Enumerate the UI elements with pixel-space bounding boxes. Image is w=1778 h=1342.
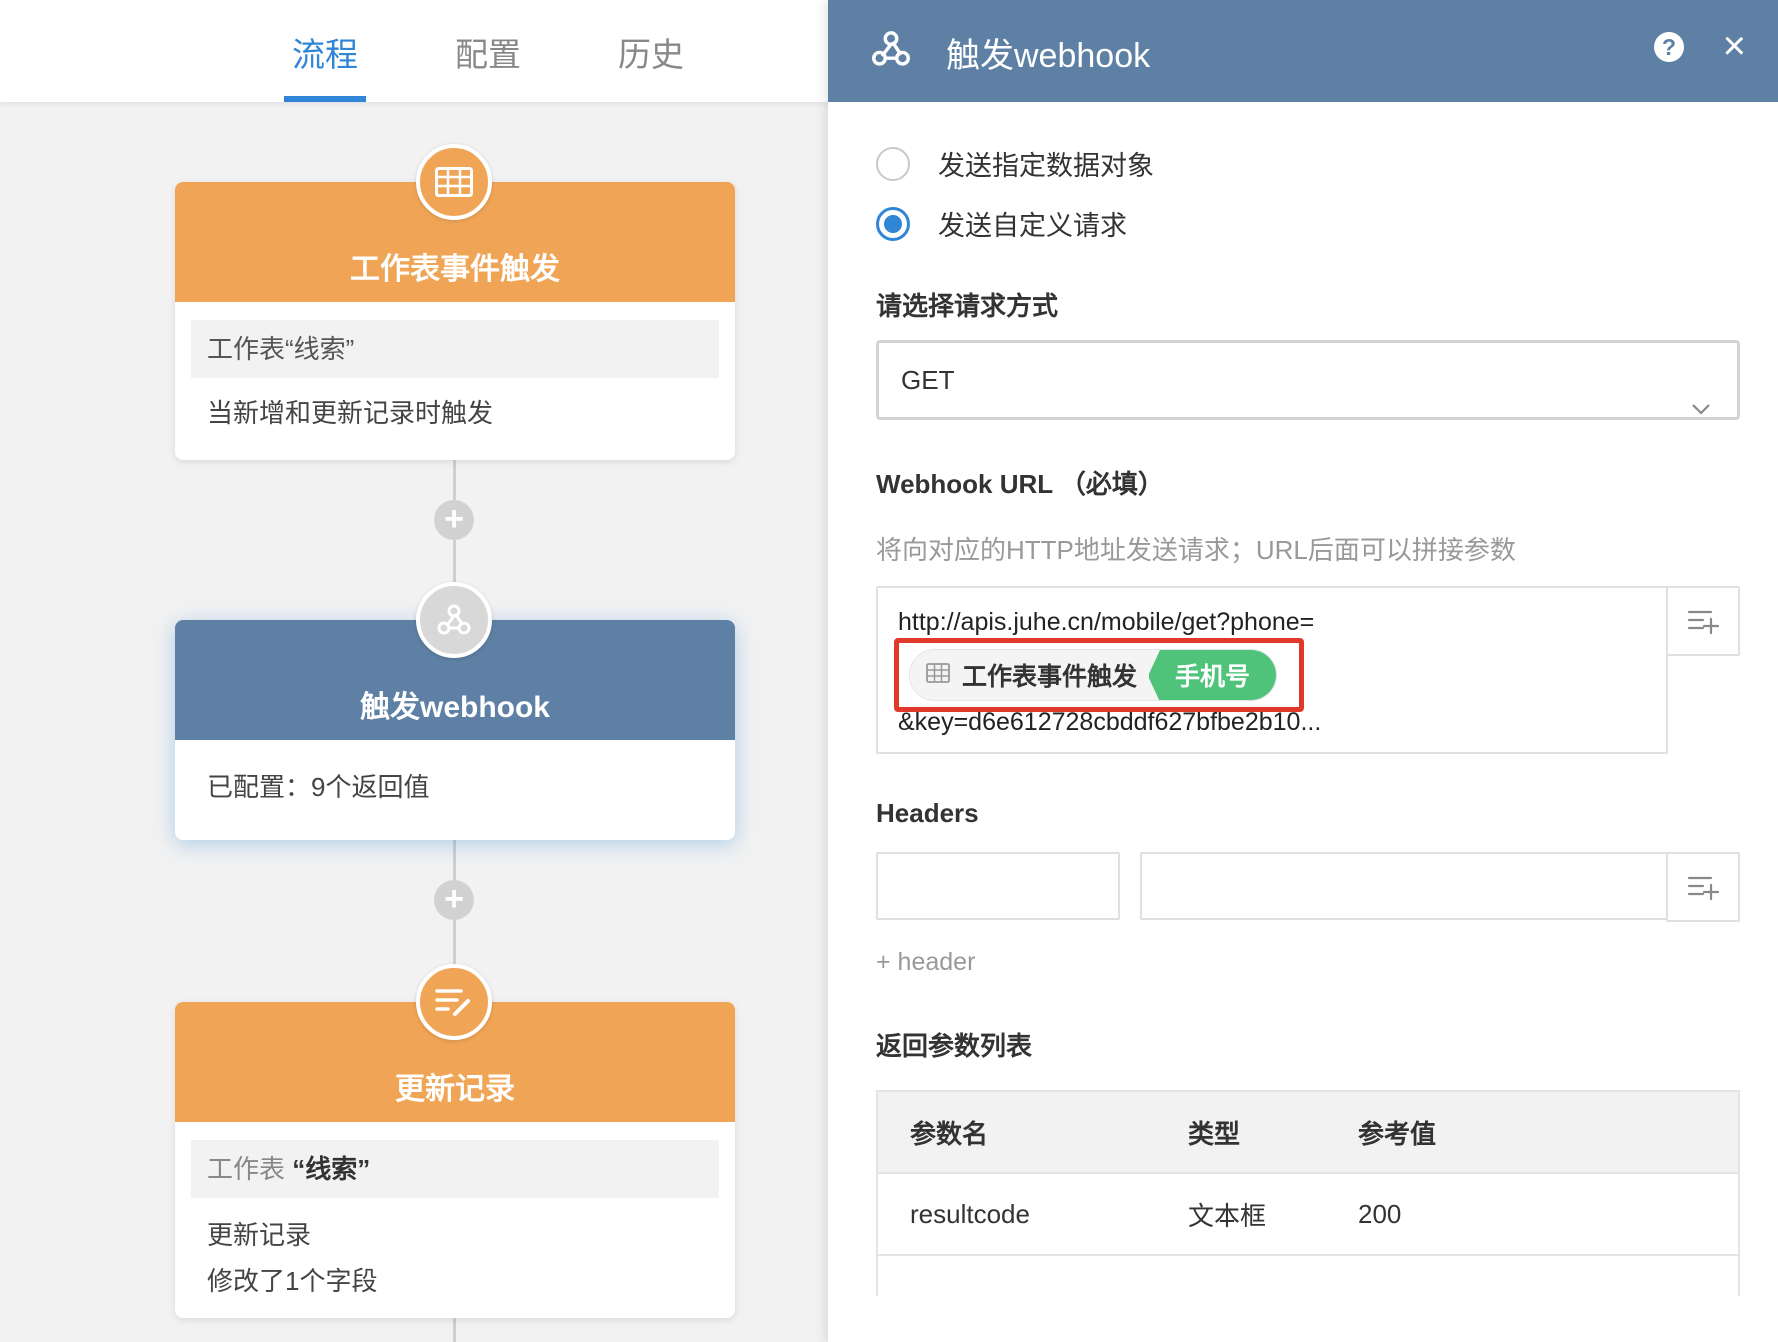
- radio-label: 发送自定义请求: [938, 211, 1127, 241]
- webhook-icon: [868, 26, 914, 77]
- panel-title: 触发webhook: [946, 37, 1151, 75]
- tab-bar: 流程 配置 历史: [0, 0, 828, 102]
- tab-history[interactable]: 历史: [586, 28, 716, 102]
- col-header-type: 类型: [1188, 1118, 1241, 1149]
- trigger-node-desc: 当新增和更新记录时触发: [207, 398, 494, 428]
- col-header-ref: 参考值: [1358, 1118, 1437, 1149]
- insert-field-button[interactable]: [1666, 586, 1740, 656]
- edit-list-icon: [416, 964, 492, 1040]
- url-text-line1: http://apis.juhe.cn/mobile/get?phone=: [898, 608, 1315, 636]
- connector-line: [453, 1318, 456, 1342]
- field-token-source-label: 工作表事件触发: [962, 663, 1138, 691]
- header-key-input[interactable]: [876, 852, 1120, 920]
- table-icon: [416, 144, 492, 220]
- field-token-field: 手机号: [1148, 650, 1277, 700]
- add-node-button[interactable]: +: [434, 880, 474, 920]
- tab-flow[interactable]: 流程: [260, 28, 390, 102]
- method-label: 请选择请求方式: [876, 291, 1059, 321]
- table-row: [878, 1256, 1738, 1296]
- return-params-table: 参数名 类型 参考值 resultcode 文本框 200: [876, 1090, 1740, 1296]
- close-icon[interactable]: ×: [1723, 26, 1746, 66]
- panel-header: 触发webhook ? ×: [828, 0, 1778, 102]
- table-header-row: 参数名 类型 参考值: [878, 1092, 1738, 1174]
- update-node-line1: 更新记录: [207, 1220, 312, 1250]
- url-label: Webhook URL （必填）: [876, 469, 1164, 499]
- update-node-card[interactable]: 更新记录 工作表 “线索” 更新记录 修改了1个字段: [175, 1002, 735, 1318]
- trigger-node-card[interactable]: 工作表事件触发 工作表“线索” 当新增和更新记录时触发: [175, 182, 735, 460]
- param-type: 文本框: [1188, 1200, 1267, 1231]
- col-header-name: 参数名: [910, 1118, 989, 1149]
- method-select[interactable]: GET: [876, 340, 1740, 420]
- method-value: GET: [901, 365, 955, 395]
- trigger-node-sheet: 工作表“线索”: [191, 320, 719, 378]
- radio-label: 发送指定数据对象: [938, 151, 1154, 181]
- add-header-button[interactable]: + header: [876, 948, 975, 977]
- insert-field-icon: [1687, 876, 1719, 901]
- url-text-line3: &key=d6e612728cbddf627bfbe2b10...: [898, 708, 1322, 736]
- url-hint: 将向对应的HTTP地址发送请求；URL后面可以拼接参数: [876, 535, 1516, 565]
- table-row: resultcode 文本框 200: [878, 1174, 1738, 1256]
- radio-send-custom[interactable]: 发送自定义请求: [876, 204, 1127, 243]
- webhook-node-desc: 已配置：9个返回值: [207, 772, 430, 802]
- help-icon[interactable]: ?: [1654, 32, 1684, 62]
- header-value-input[interactable]: [1140, 852, 1670, 920]
- insert-field-button[interactable]: [1666, 852, 1740, 922]
- headers-label: Headers: [876, 798, 979, 828]
- param-name: resultcode: [910, 1198, 1030, 1229]
- field-token-source: 工作表事件触发: [910, 650, 1150, 700]
- param-ref: 200: [1358, 1198, 1402, 1229]
- field-token[interactable]: 工作表事件触发 手机号: [909, 649, 1278, 701]
- webhook-icon: [416, 582, 492, 658]
- highlight-box: 工作表事件触发 手机号: [894, 638, 1304, 712]
- insert-field-icon: [1687, 610, 1719, 635]
- radio-button[interactable]: [876, 206, 910, 241]
- url-input[interactable]: http://apis.juhe.cn/mobile/get?phone= 工作…: [876, 586, 1668, 754]
- update-node-line2: 修改了1个字段: [207, 1266, 378, 1296]
- update-node-sheet-name: “线索”: [292, 1154, 371, 1184]
- return-params-label: 返回参数列表: [876, 1031, 1033, 1061]
- chevron-down-icon: [1691, 369, 1711, 443]
- radio-send-specific[interactable]: 发送指定数据对象: [876, 144, 1154, 183]
- update-node-sheet-prefix: 工作表: [207, 1154, 286, 1184]
- tab-config[interactable]: 配置: [423, 28, 553, 102]
- radio-button[interactable]: [876, 146, 910, 181]
- update-node-sheet: 工作表 “线索”: [191, 1140, 719, 1198]
- table-icon: [926, 661, 950, 690]
- add-node-button[interactable]: +: [434, 500, 474, 540]
- flow-pane: 流程 配置 历史 工作表事件触发 工作表“线索” 当新增和更新记录时触发 + 触…: [0, 0, 828, 1342]
- webhook-config-panel: 触发webhook ? × 发送指定数据对象 发送自定义请求 请选择请求方式 G…: [828, 0, 1778, 1342]
